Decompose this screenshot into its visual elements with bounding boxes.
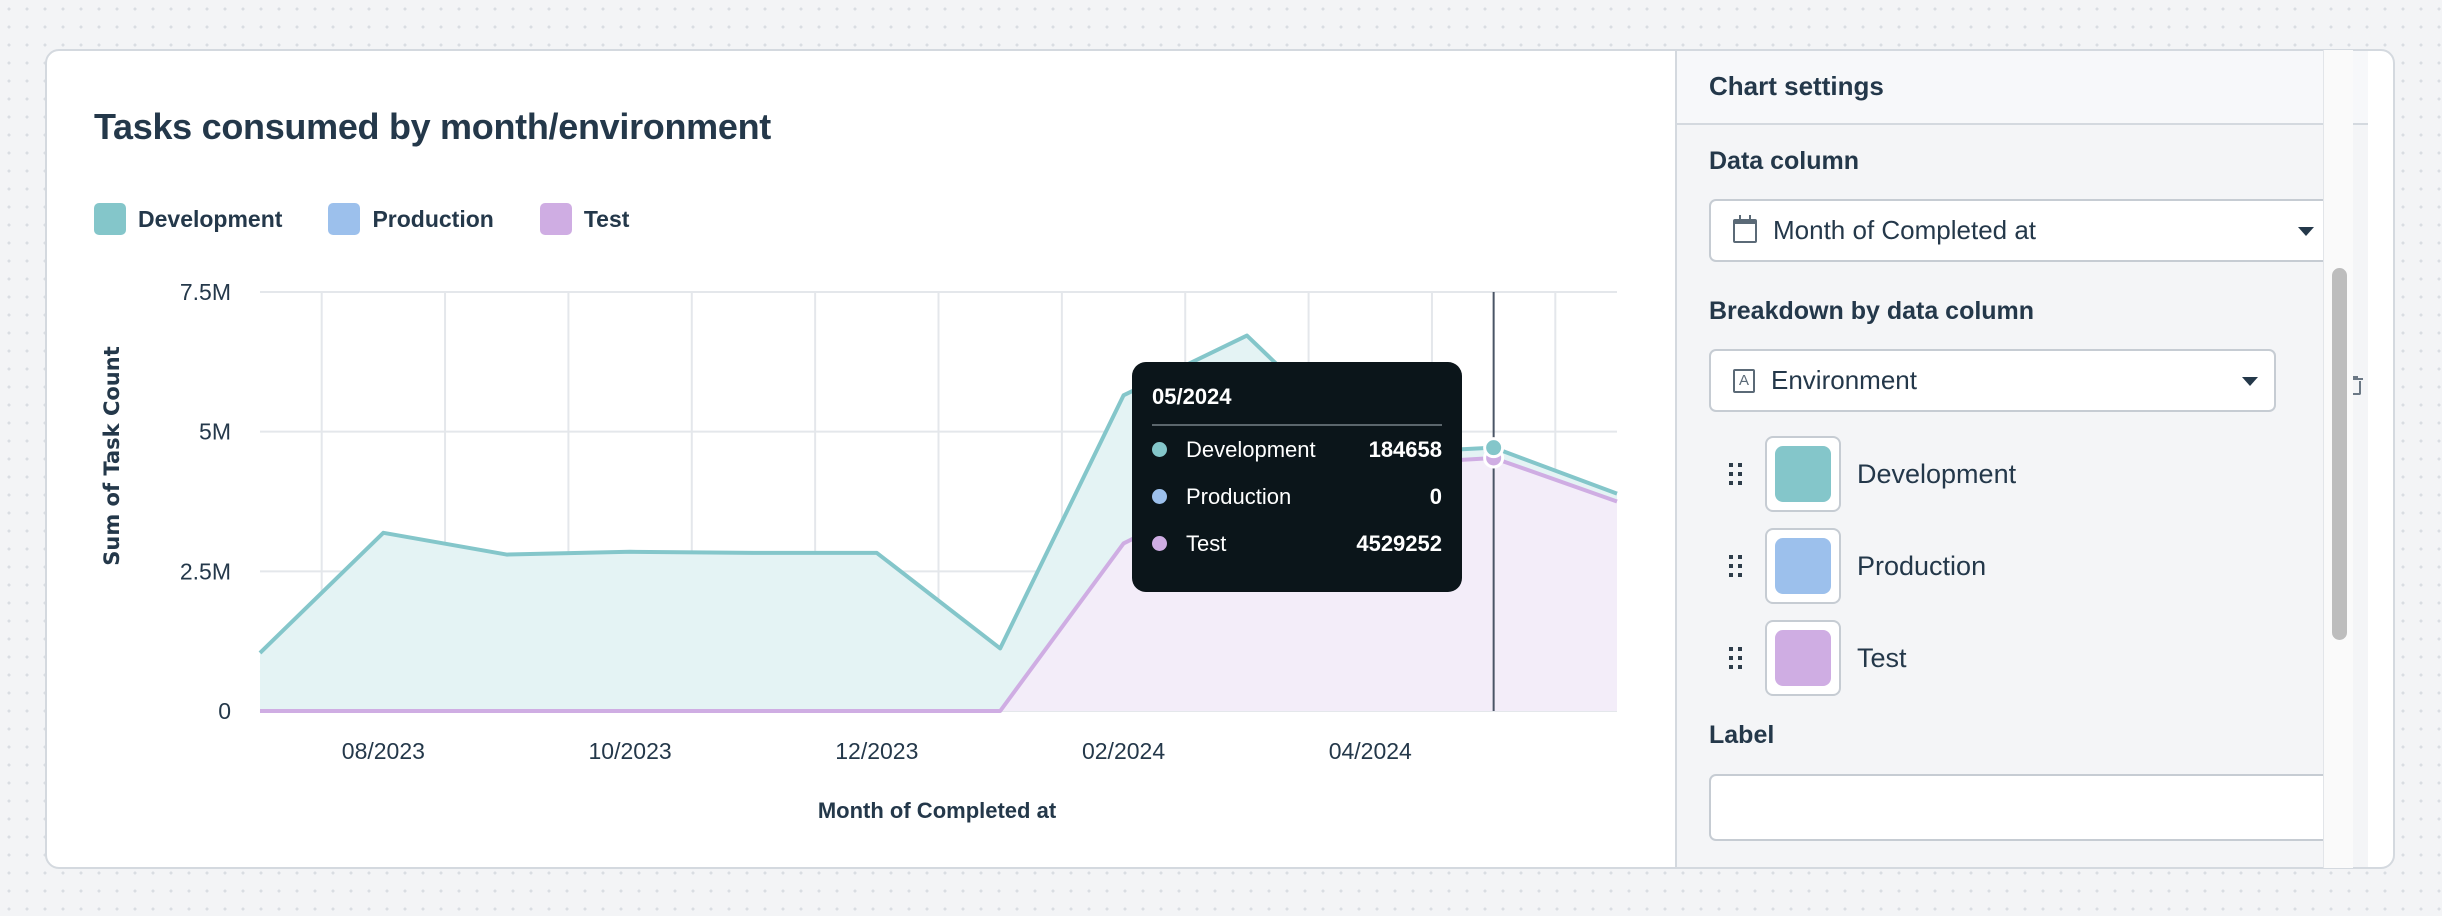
tooltip-row-test: Test 4529252 [1152,520,1442,567]
tooltip-series-label: Production [1186,484,1430,510]
tooltip-series-value: 4529252 [1356,531,1442,557]
x-tick-label: 08/2023 [342,738,425,764]
x-tick-label: 04/2024 [1329,738,1412,764]
text-type-icon: A [1733,369,1755,393]
chevron-down-icon [2298,227,2314,236]
series-label: Test [1857,643,1907,674]
tooltip-series-label: Test [1186,531,1356,557]
y-axis-ticks: 0 2.5M 5M 7.5M [180,279,231,724]
color-swatch [1775,446,1831,502]
chart-tooltip: 05/2024 Development 184658 Production 0 … [1132,362,1462,592]
series-dot [1152,442,1167,457]
color-picker-button[interactable] [1765,528,1841,604]
x-axis-label: Month of Completed at [818,798,1057,823]
color-picker-button[interactable] [1765,436,1841,512]
breakdown-value: Environment [1771,365,1917,396]
series-label: Production [1857,551,1986,582]
x-axis-ticks: 08/2023 10/2023 12/2023 02/2024 04/2024 [342,738,1412,764]
breakdown-label: Breakdown by data column [1709,297,2034,326]
x-tick-label: 10/2023 [589,738,672,764]
data-column-label: Data column [1709,147,1859,176]
y-axis-label: Sum of Task Count [100,346,124,566]
label-input[interactable] [1709,774,2332,841]
calendar-icon [1733,219,1757,243]
series-dot [1152,489,1167,504]
color-swatch [1775,538,1831,594]
color-swatch [1775,630,1831,686]
tooltip-title: 05/2024 [1152,382,1442,426]
color-picker-button[interactable] [1765,620,1841,696]
breakdown-select[interactable]: A Environment [1709,349,2276,412]
chart-pane: Tasks consumed by month/environment Deve… [47,51,1675,867]
settings-header: Chart settings [1677,51,2368,125]
settings-scrollbar[interactable] [2323,50,2353,868]
data-column-select[interactable]: Month of Completed at [1709,199,2332,262]
tooltip-series-value: 184658 [1369,437,1442,463]
chevron-down-icon [2242,377,2258,386]
tooltip-row-production: Production 0 [1152,473,1442,520]
chart-card: Tasks consumed by month/environment Deve… [45,49,2395,869]
series-label: Development [1857,459,2016,490]
x-tick-label: 02/2024 [1082,738,1165,764]
data-column-value: Month of Completed at [1773,215,2036,246]
tooltip-series-value: 0 [1430,484,1442,510]
tooltip-row-development: Development 184658 [1152,426,1442,473]
drag-handle-icon[interactable] [1729,459,1743,489]
drag-handle-icon[interactable] [1729,643,1743,673]
label-field-label: Label [1709,721,1774,750]
chart-settings-panel: Chart settings Data column Month of Comp… [1675,51,2368,867]
y-tick-label: 0 [218,698,231,724]
series-item-development: Development [1729,436,2016,512]
tooltip-series-label: Development [1186,437,1369,463]
drag-handle-icon[interactable] [1729,551,1743,581]
x-tick-label: 12/2023 [835,738,918,764]
series-item-production: Production [1729,528,1986,604]
y-tick-label: 7.5M [180,279,231,305]
hover-point-development [1485,439,1503,457]
y-tick-label: 5M [199,419,231,445]
scrollbar-thumb[interactable] [2332,268,2347,640]
y-tick-label: 2.5M [180,558,231,584]
series-item-test: Test [1729,620,1907,696]
series-dot [1152,536,1167,551]
